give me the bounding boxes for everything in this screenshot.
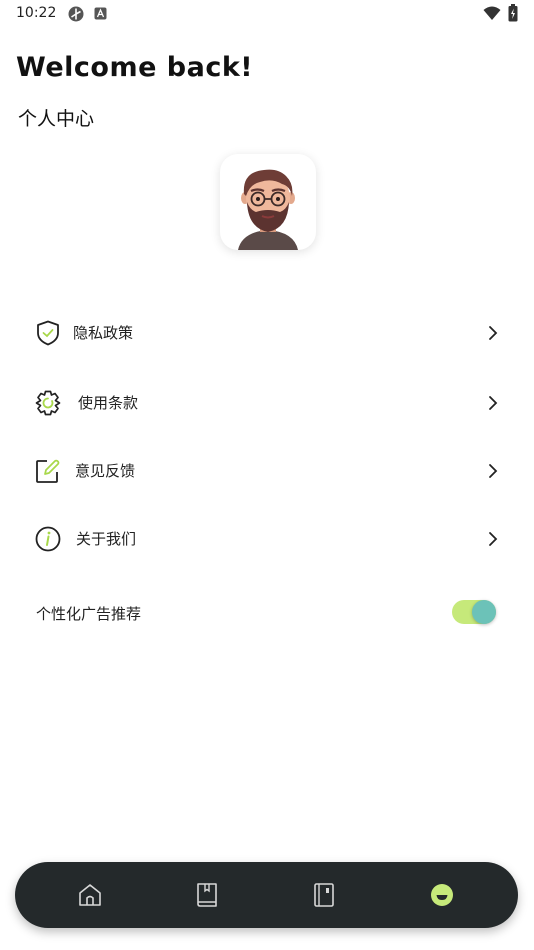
wifi-icon <box>483 6 501 20</box>
nav-profile[interactable] <box>427 880 457 910</box>
avatar[interactable] <box>220 154 316 250</box>
menu-item-label: 意见反馈 <box>75 462 136 480</box>
chevron-right-icon <box>489 464 498 478</box>
info-icon <box>35 526 61 552</box>
chevron-right-icon <box>489 396 498 410</box>
menu-item-label: 隐私政策 <box>73 324 134 342</box>
menu-item-terms-of-use[interactable]: 使用条款 <box>0 375 534 431</box>
gear-icon <box>35 390 61 416</box>
battery-icon <box>508 4 518 22</box>
page-subtitle: 个人中心 <box>18 108 95 130</box>
nav-book[interactable] <box>192 880 222 910</box>
personalized-ads-label: 个性化广告推荐 <box>36 605 142 623</box>
app-notification-icon <box>94 7 107 20</box>
chevron-right-icon <box>489 532 498 546</box>
chevron-right-icon <box>489 326 498 340</box>
personalized-ads-row: 个性化广告推荐 <box>0 592 534 632</box>
menu-item-feedback[interactable]: 意见反馈 <box>0 443 534 499</box>
bottom-navigation <box>15 862 518 928</box>
nav-notebook[interactable] <box>309 880 339 910</box>
avatar-illustration <box>238 169 298 250</box>
menu-item-about-us[interactable]: 关于我们 <box>0 511 534 567</box>
menu-item-label: 使用条款 <box>78 394 139 412</box>
personalized-ads-toggle[interactable] <box>452 600 496 624</box>
notebook-icon <box>314 883 334 907</box>
menu-item-privacy-policy[interactable]: 隐私政策 <box>0 305 534 361</box>
book-icon <box>197 883 217 907</box>
home-icon <box>79 884 101 906</box>
status-bar: 10:22 <box>0 0 534 28</box>
status-time: 10:22 <box>16 5 57 21</box>
welcome-title: Welcome back! <box>16 52 254 83</box>
toggle-knob <box>472 600 496 624</box>
shield-check-icon <box>37 320 59 346</box>
edit-note-icon <box>36 459 60 483</box>
profile-icon <box>431 884 453 906</box>
nav-home[interactable] <box>75 880 105 910</box>
menu-item-label: 关于我们 <box>76 530 137 548</box>
sync-icon <box>68 6 84 22</box>
